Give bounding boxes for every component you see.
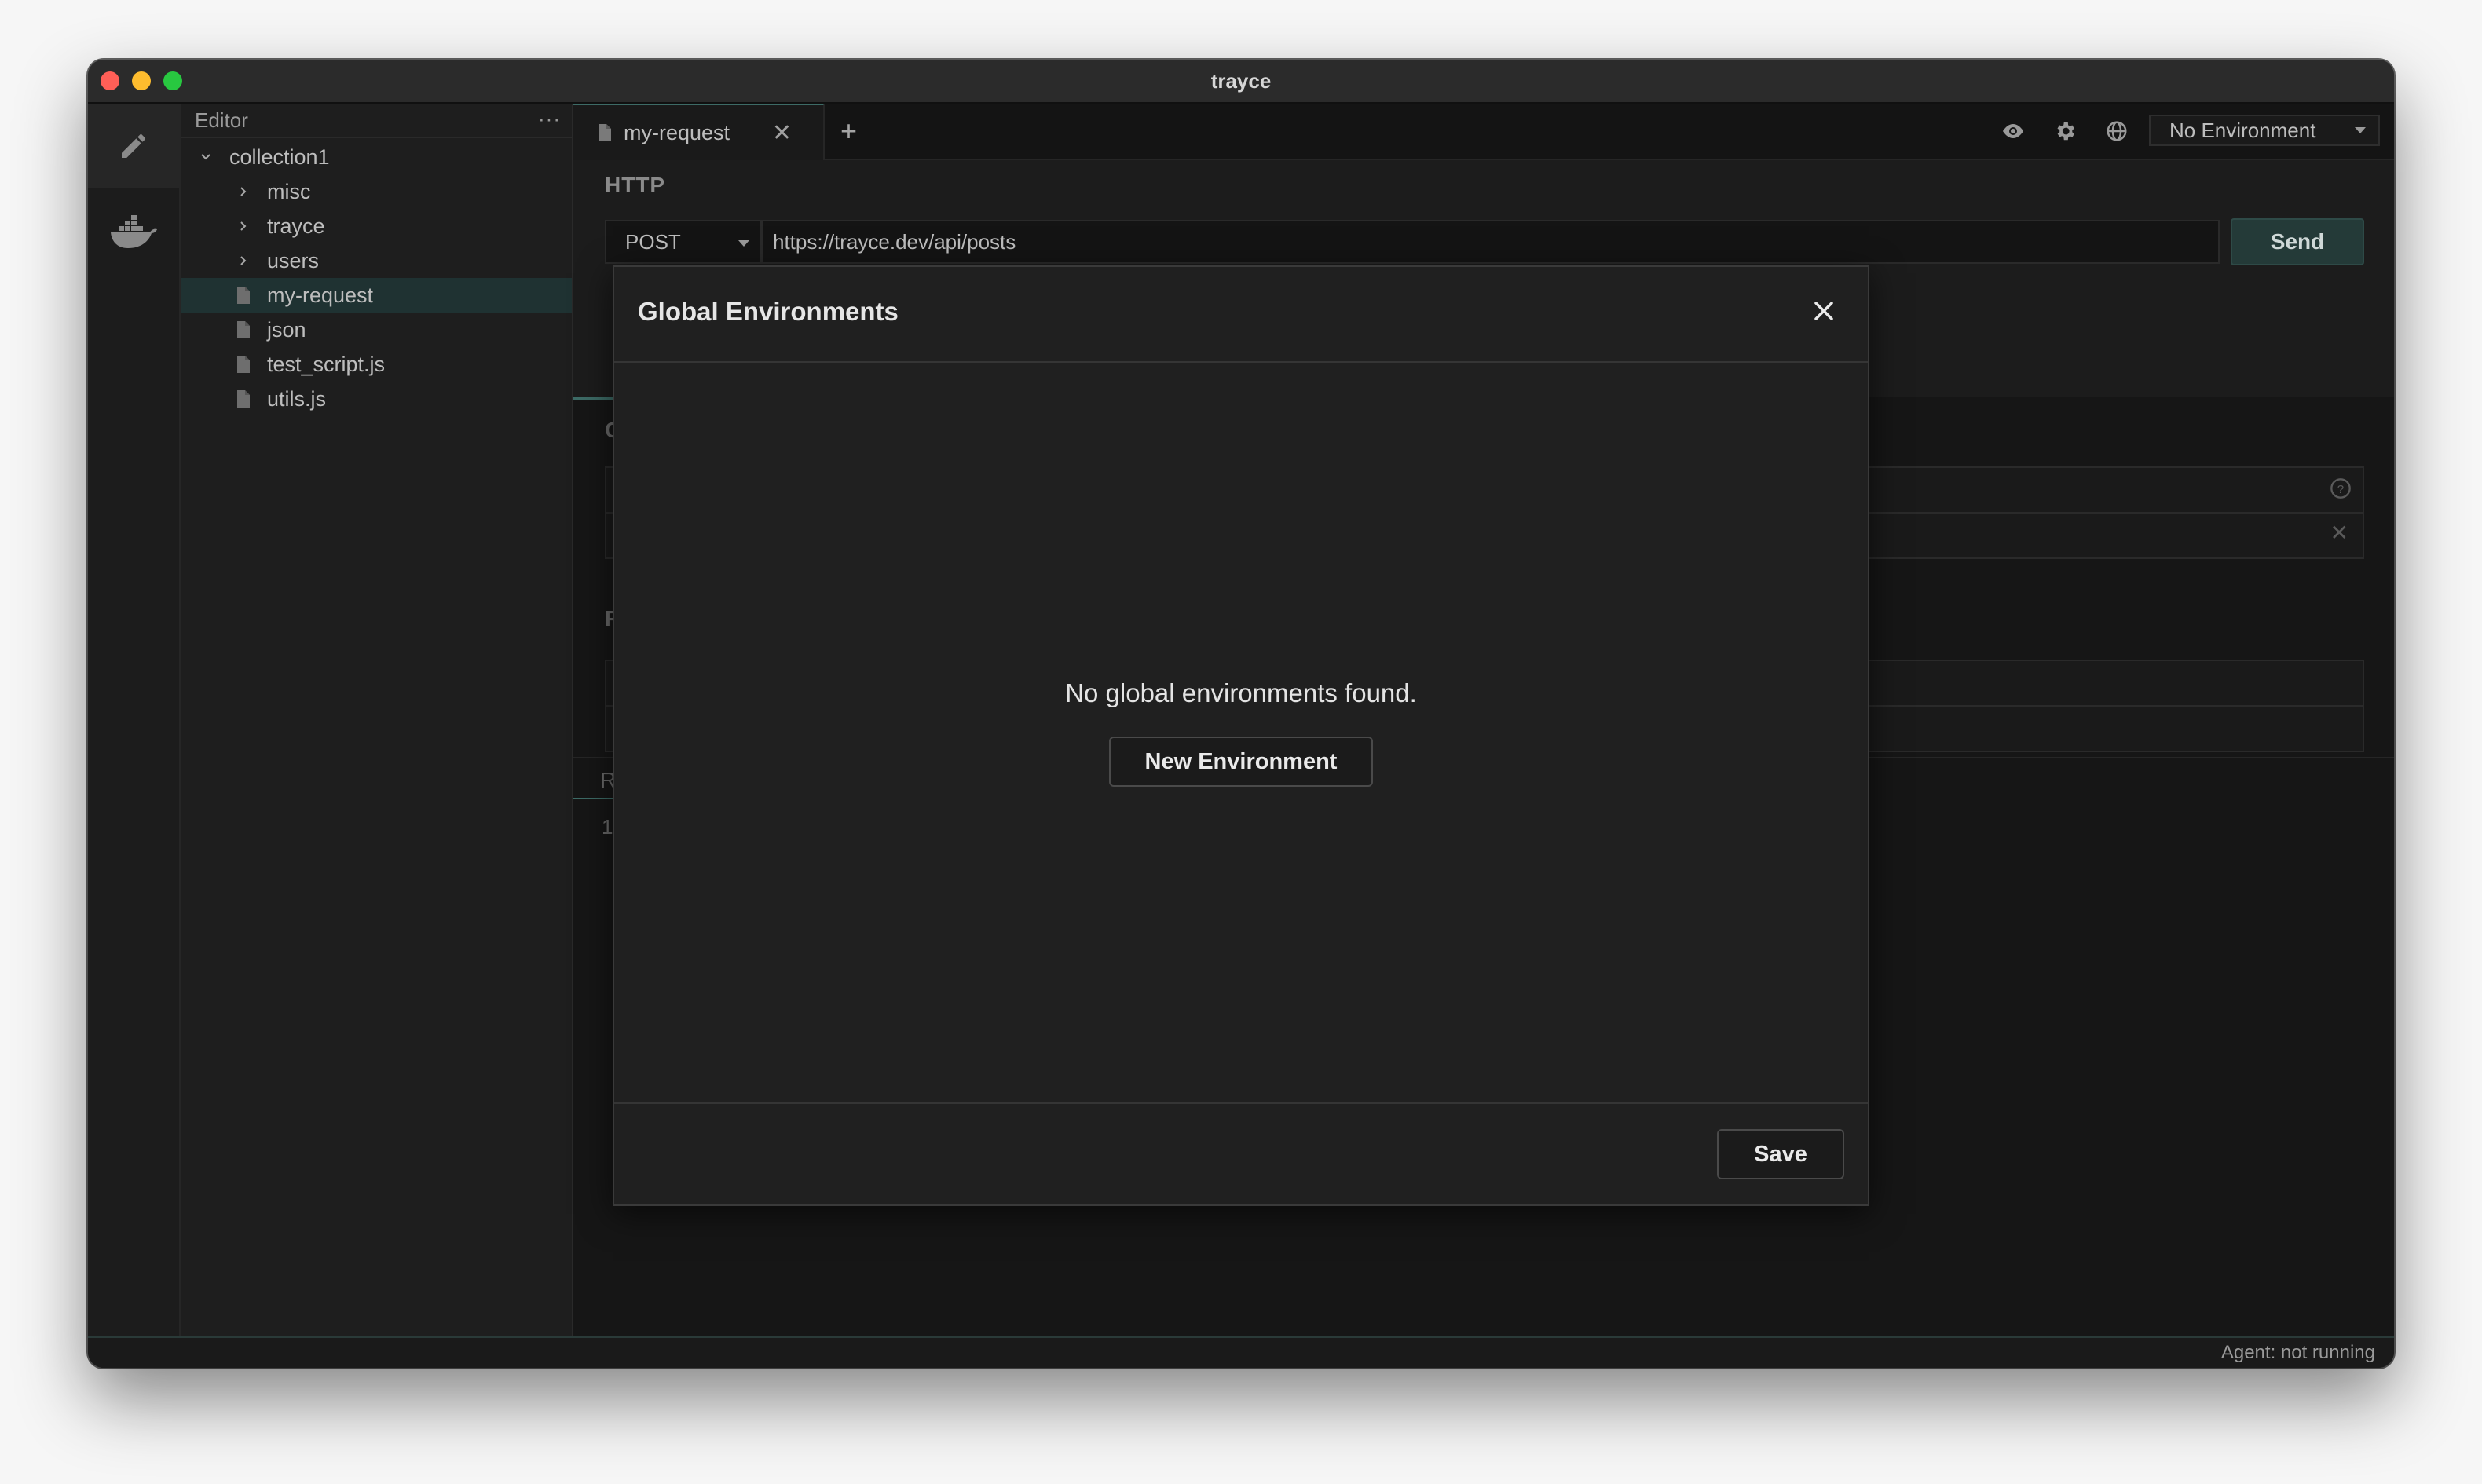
sidebar-header: Editor ··· [181, 104, 572, 138]
status-bar: Agent: not running [88, 1336, 2394, 1368]
file-icon [231, 320, 256, 339]
zoom-window-button[interactable] [163, 71, 182, 90]
tree-item-label: trayce [267, 214, 325, 238]
response-tab-indicator [573, 798, 613, 799]
tab-label: my-request [624, 120, 730, 144]
globe-icon[interactable] [2091, 119, 2143, 143]
new-environment-button[interactable]: New Environment [1109, 737, 1373, 787]
response-line-number: 1 [602, 815, 613, 839]
tree-item-utils[interactable]: utils.js [181, 382, 572, 416]
close-window-button[interactable] [101, 71, 119, 90]
dialog-header: Global Environments [614, 267, 1868, 363]
tree-item-trayce[interactable]: trayce [181, 209, 572, 243]
file-icon [597, 123, 613, 142]
url-input[interactable]: https://trayce.dev/api/posts [762, 220, 2220, 264]
app-window: trayce Editor ··· collection1 misc trayc… [88, 60, 2394, 1368]
chevron-right-icon [231, 254, 256, 267]
close-icon[interactable] [1808, 295, 1840, 327]
caret-down-icon [2355, 127, 2366, 133]
save-button[interactable]: Save [1717, 1129, 1844, 1179]
tab-my-request[interactable]: my-request ✕ [573, 104, 825, 160]
svg-text:?: ? [2337, 483, 2344, 496]
file-icon [231, 355, 256, 374]
dialog-footer: Save [614, 1102, 1868, 1204]
help-icon[interactable]: ? [2330, 477, 2352, 503]
tree-item-label: json [267, 317, 306, 342]
more-options-icon[interactable]: ··· [538, 107, 561, 131]
tree-item-my-request[interactable]: my-request [181, 278, 572, 313]
activity-editor[interactable] [88, 104, 179, 188]
file-icon [231, 389, 256, 408]
global-environments-dialog: Global Environments No global environmen… [613, 265, 1869, 1206]
dialog-title: Global Environments [638, 297, 899, 326]
add-tab-icon[interactable]: + [840, 115, 857, 148]
agent-status: Agent: not running [2220, 1342, 2375, 1363]
sidebar: Editor ··· collection1 misc trayce users [181, 104, 573, 1336]
window-title: trayce [1210, 68, 1272, 93]
chevron-right-icon [231, 185, 256, 198]
tree-item-label: users [267, 248, 320, 272]
sidebar-title: Editor [195, 108, 248, 132]
eye-icon[interactable] [1987, 122, 2039, 141]
tree-item-label: utils.js [267, 386, 327, 411]
empty-state-message: No global environments found. [1065, 678, 1417, 707]
http-section-label: HTTP [605, 173, 666, 197]
tree-item-json[interactable]: json [181, 313, 572, 347]
gear-icon[interactable] [2039, 119, 2091, 143]
tree-item-collection1[interactable]: collection1 [181, 140, 572, 174]
tree-item-label: test_script.js [267, 352, 386, 376]
docker-whale-icon [111, 215, 157, 248]
tree-item-test-script[interactable]: test_script.js [181, 347, 572, 382]
tree-item-label: collection1 [229, 144, 330, 169]
tree-item-misc[interactable]: misc [181, 174, 572, 209]
minimize-window-button[interactable] [132, 71, 151, 90]
method-select[interactable]: POST [605, 220, 762, 264]
method-value: POST [625, 229, 681, 254]
tab-bar: my-request ✕ + No Environment [573, 104, 2394, 160]
tree-item-users[interactable]: users [181, 243, 572, 278]
file-icon [231, 286, 256, 305]
caret-down-icon [738, 240, 749, 247]
send-button[interactable]: Send [2231, 218, 2364, 265]
environment-select-value: No Environment [2169, 118, 2316, 142]
chevron-down-icon [193, 151, 218, 163]
dialog-body: No global environments found. New Enviro… [614, 363, 1868, 1106]
tree-item-label: misc [267, 179, 311, 203]
close-tab-icon[interactable]: ✕ [772, 119, 792, 147]
toolbar-icons [1987, 104, 2143, 159]
activity-docker[interactable] [88, 190, 179, 275]
activity-bar [88, 104, 181, 1336]
tree-item-label: my-request [267, 283, 374, 307]
pencil-icon [122, 133, 146, 158]
chevron-right-icon [231, 220, 256, 232]
title-bar: trayce [88, 60, 2394, 104]
url-value: https://trayce.dev/api/posts [773, 229, 1016, 254]
delete-row-icon[interactable]: ✕ [2330, 520, 2348, 546]
environment-select[interactable]: No Environment [2149, 115, 2380, 146]
